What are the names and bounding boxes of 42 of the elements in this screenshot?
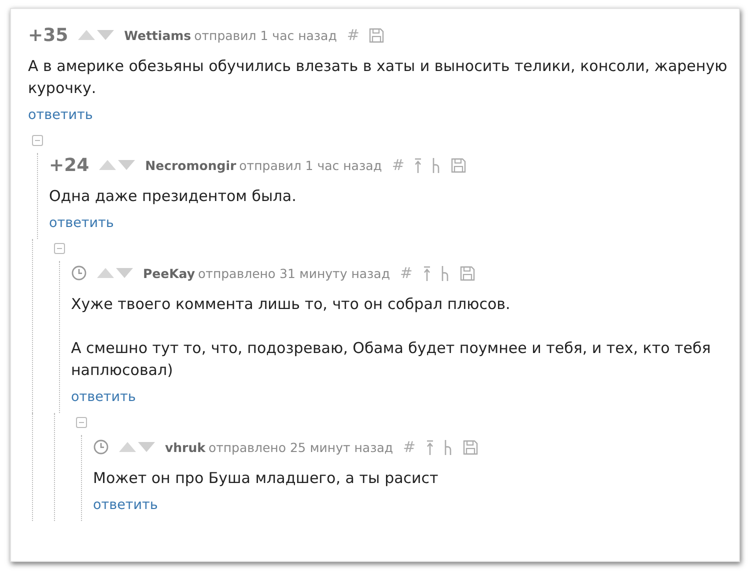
reply-link[interactable]: ответить bbox=[28, 107, 93, 123]
comment-score: +24 bbox=[49, 154, 90, 176]
comment-text: А в америке обезьяны обучились влезать в хаты и выносить телики, консоли, жареную курочку. bbox=[28, 56, 728, 99]
branch-icon[interactable] bbox=[440, 266, 450, 280]
up-arrow-icon[interactable] bbox=[422, 266, 431, 280]
comment-text: Хуже твоего коммента лишь то, что он собрал плюсов. bbox=[71, 294, 512, 315]
up-arrow-icon[interactable] bbox=[414, 158, 422, 172]
comment-text: Может он про Буша младшего, а ты расист bbox=[93, 468, 440, 489]
up-arrow-icon[interactable] bbox=[426, 440, 434, 454]
save-icon[interactable] bbox=[462, 440, 478, 454]
upvote-icon[interactable] bbox=[78, 30, 96, 40]
downvote-icon[interactable] bbox=[116, 268, 133, 278]
downvote-icon[interactable] bbox=[138, 442, 155, 452]
author-name[interactable]: vhruk bbox=[165, 440, 206, 454]
clock-icon bbox=[71, 265, 87, 281]
upvote-icon[interactable] bbox=[119, 442, 136, 452]
post-time: отправлено 31 минуту назад bbox=[198, 266, 390, 280]
collapse-toggle[interactable] bbox=[32, 135, 43, 146]
upvote-icon[interactable] bbox=[99, 160, 116, 170]
branch-icon[interactable] bbox=[432, 158, 442, 172]
post-time: отправлено 25 минут назад bbox=[208, 440, 394, 454]
save-icon[interactable] bbox=[460, 266, 475, 280]
author-name[interactable]: Necromongir bbox=[145, 158, 236, 172]
comment-score: +35 bbox=[28, 24, 68, 46]
downvote-icon[interactable] bbox=[118, 160, 136, 170]
reply-link[interactable]: ответить bbox=[93, 497, 158, 513]
reply-link[interactable]: ответить bbox=[49, 215, 114, 231]
collapse-toggle[interactable] bbox=[76, 417, 87, 428]
comment-text: Одна даже президентом была. bbox=[49, 186, 298, 207]
post-time: отправил 1 час назад bbox=[194, 28, 337, 42]
save-icon[interactable] bbox=[451, 158, 466, 172]
author-name[interactable]: Wettiams bbox=[124, 28, 192, 42]
comment-text: А смешно тут то, что, подозреваю, Обама будет поумнее и тебя, и тех, кто тебя наплюсовал) bbox=[71, 338, 712, 381]
collapse-toggle[interactable] bbox=[54, 243, 65, 254]
downvote-icon[interactable] bbox=[97, 30, 114, 40]
save-icon[interactable] bbox=[369, 28, 384, 42]
clock-icon bbox=[93, 439, 109, 455]
upvote-icon[interactable] bbox=[97, 268, 114, 278]
reply-link[interactable]: ответить bbox=[71, 389, 136, 405]
author-name[interactable]: PeeKay bbox=[143, 266, 196, 280]
post-time: отправил 1 час назад bbox=[239, 158, 382, 172]
branch-icon[interactable] bbox=[444, 440, 453, 454]
